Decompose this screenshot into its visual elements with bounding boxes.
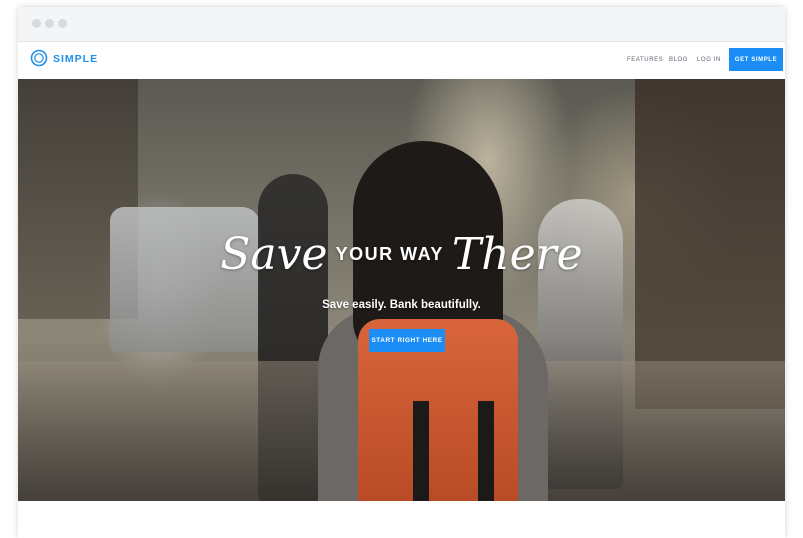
hero-title: Save YOUR WAY There <box>18 229 785 280</box>
browser-window: SIMPLE FEATURES BLOG LOG IN GET SIMPLE S… <box>18 7 785 538</box>
hero-photo-backpack-strap <box>413 401 429 501</box>
window-minimize-dot[interactable] <box>45 19 54 28</box>
hero-title-your-way: YOUR WAY <box>335 244 444 264</box>
hero-photo-backpack-strap <box>478 401 494 501</box>
top-navbar: SIMPLE FEATURES BLOG LOG IN GET SIMPLE <box>18 42 785 79</box>
brand-name[interactable]: SIMPLE <box>53 53 98 65</box>
hero-subtitle: Save easily. Bank beautifully. <box>322 299 481 311</box>
nav-link-blog[interactable]: BLOG <box>669 57 688 63</box>
content-area <box>18 501 785 538</box>
get-simple-button[interactable]: GET SIMPLE <box>729 48 783 71</box>
browser-chrome <box>18 7 785 42</box>
simple-logo-icon[interactable] <box>30 49 48 67</box>
hero-title-save: Save <box>220 229 328 280</box>
window-close-dot[interactable] <box>32 19 41 28</box>
window-maximize-dot[interactable] <box>58 19 67 28</box>
nav-link-features[interactable]: FEATURES <box>627 57 663 63</box>
start-right-here-button[interactable]: START RIGHT HERE <box>369 329 445 352</box>
hero-title-there: There <box>451 229 583 280</box>
nav-link-login[interactable]: LOG IN <box>697 57 721 63</box>
hero-section: Save YOUR WAY There Save easily. Bank beau… <box>18 79 785 501</box>
